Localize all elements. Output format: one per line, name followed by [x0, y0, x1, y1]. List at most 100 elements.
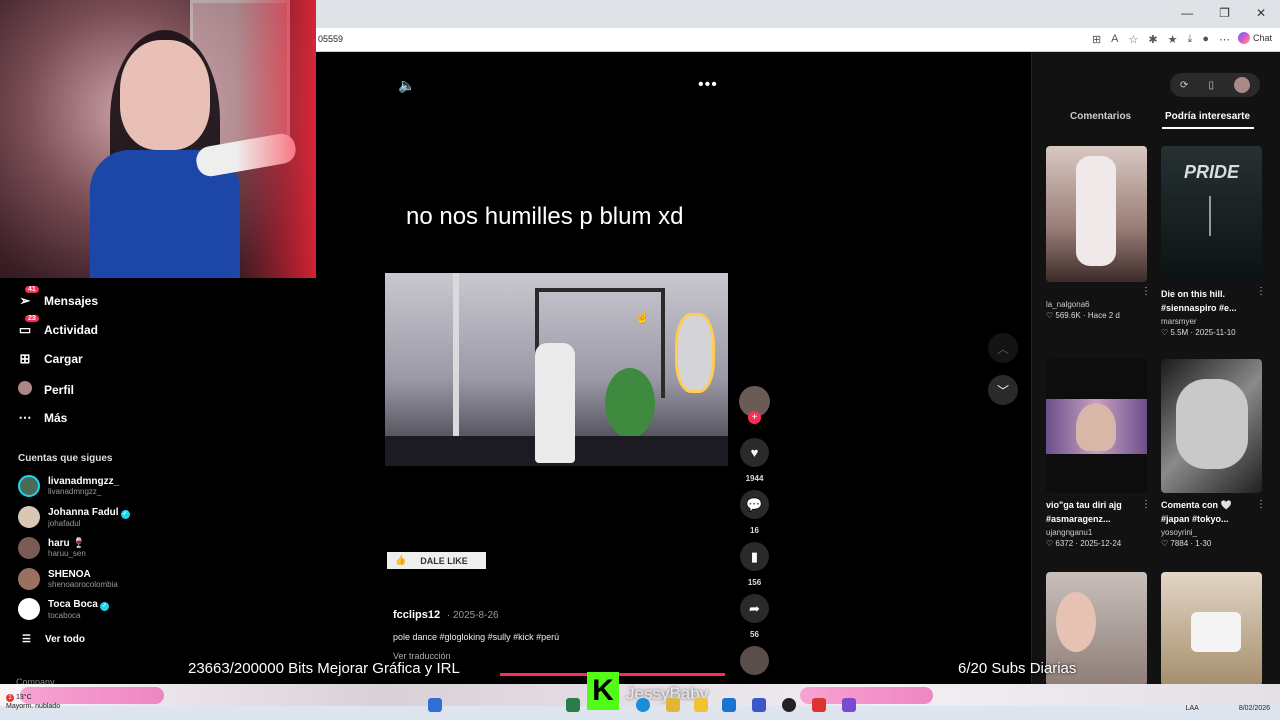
- mail-icon[interactable]: [722, 698, 736, 712]
- browser-toolbar: ⊞ A ☆ ✱ ★ ⤓ ● ⋯: [1092, 33, 1230, 46]
- video-player[interactable]: [385, 273, 728, 466]
- video-thumbnail: PRIDE: [1161, 146, 1262, 282]
- following-account[interactable]: SHENOA shenoaorocolombia: [18, 568, 118, 590]
- taskbar-app-icon[interactable]: [812, 698, 826, 712]
- sidebar-item-label: Mensajes: [44, 294, 99, 308]
- inbox-icon: ▭ 23: [18, 315, 39, 338]
- obs-icon[interactable]: [782, 698, 796, 712]
- sidebar-item-activity[interactable]: ▭ 23 Actividad: [18, 315, 99, 338]
- sidebar-item-messages[interactable]: ➢ 41 Mensajes: [18, 286, 99, 309]
- weather-widget[interactable]: 1 13°C Mayorm. nublado: [6, 693, 60, 711]
- avatar: [18, 568, 40, 590]
- save-count: 156: [747, 578, 762, 587]
- active-tab-indicator: [1162, 127, 1254, 129]
- browser-titlebar: [316, 0, 1280, 28]
- edge-icon[interactable]: [636, 698, 650, 712]
- following-account[interactable]: Toca Boca ✓ tocaboca: [18, 598, 109, 620]
- activity-badge: 23: [25, 315, 39, 322]
- tab-comments[interactable]: Comentarios: [1070, 111, 1131, 122]
- favorites-icon[interactable]: ★: [1168, 33, 1178, 46]
- following-account[interactable]: Johanna Fadul ✓ johafadul: [18, 506, 130, 528]
- recommended-video-card[interactable]: ⋮ Comenta con 🤍 #japan #tokyo... yosoyri…: [1161, 359, 1266, 548]
- sidebar-item-upload[interactable]: ⊞ Cargar: [18, 351, 83, 367]
- sidebar-item-label: Cargar: [44, 352, 83, 366]
- following-section-title: Cuentas que sigues: [18, 453, 113, 464]
- card-more-icon[interactable]: ⋮: [1256, 286, 1266, 297]
- share-count: 56: [750, 630, 759, 639]
- taskbar-app-icon[interactable]: [842, 698, 856, 712]
- reader-icon[interactable]: ⊞: [1092, 33, 1101, 46]
- like-button[interactable]: ♥: [740, 438, 769, 467]
- comment-button[interactable]: 💬: [740, 490, 769, 519]
- see-all-link[interactable]: ☰ Ver todo: [22, 634, 85, 645]
- card-more-icon[interactable]: ⋮: [1256, 499, 1266, 510]
- card-more-icon[interactable]: ⋮: [1141, 499, 1151, 510]
- send-icon: ➢ 41: [18, 286, 39, 309]
- panel-toolbar: ⟳ ▯: [1170, 73, 1260, 97]
- following-account[interactable]: haru 🍷 haruu_sen: [18, 537, 86, 559]
- avatar: [18, 537, 40, 559]
- recommended-video-card[interactable]: ⋮ vio"ga tau diri ajg #asmaragenz... uja…: [1046, 359, 1151, 548]
- volume-icon[interactable]: 🔈: [398, 77, 415, 94]
- maximize-button[interactable]: ❐: [1219, 6, 1230, 20]
- verified-icon: ✓: [99, 601, 109, 611]
- rotate-icon[interactable]: ⟳: [1180, 80, 1188, 91]
- recommended-video-card[interactable]: [1161, 572, 1262, 686]
- minimize-button[interactable]: —: [1181, 6, 1193, 20]
- star-icon[interactable]: ☆: [1129, 33, 1139, 46]
- menu-icon[interactable]: ⋯: [1219, 33, 1230, 46]
- avatar: [18, 506, 40, 528]
- profile-avatar-icon: [18, 381, 32, 398]
- webcam-overlay: [0, 0, 316, 278]
- bookmark-icon: ▮: [750, 548, 759, 564]
- sidebar-item-profile[interactable]: Perfil: [18, 381, 74, 398]
- profile-icon[interactable]: ●: [1202, 33, 1209, 46]
- windows-start-icon[interactable]: [428, 698, 442, 712]
- like-overlay-button[interactable]: 👍 DALE LIKE: [387, 552, 486, 569]
- more-options-icon[interactable]: •••: [698, 76, 718, 94]
- tab-recommended[interactable]: Podría interesarte: [1165, 111, 1250, 122]
- close-button[interactable]: ✕: [1256, 6, 1266, 20]
- video-author[interactable]: fcclips12 · 2025-8-26: [393, 609, 499, 621]
- chrome-icon[interactable]: [666, 698, 680, 712]
- chat-button[interactable]: Chat: [1237, 32, 1272, 44]
- clock-date[interactable]: 8/02/2026: [1239, 705, 1270, 712]
- messages-badge: 41: [25, 286, 39, 293]
- user-avatar[interactable]: [1233, 77, 1250, 93]
- store-icon[interactable]: [752, 698, 766, 712]
- recommended-video-card[interactable]: PRIDE ⋮ Die on this hill. #siennaspiro #…: [1161, 146, 1266, 337]
- taskbar-app-icon[interactable]: [566, 698, 580, 712]
- like-count: 1944: [745, 474, 764, 483]
- language-indicator[interactable]: LAA: [1186, 705, 1199, 712]
- downloads-icon[interactable]: ⤓: [1187, 33, 1192, 46]
- chat-label: Chat: [1252, 33, 1272, 43]
- following-account[interactable]: livanadmngzz_ livanadmngzz_: [18, 475, 119, 497]
- upload-icon: ⊞: [19, 351, 31, 366]
- avatar: [18, 475, 40, 497]
- sidebar-item-label: Actividad: [44, 323, 99, 337]
- extensions-icon[interactable]: ✱: [1148, 33, 1157, 46]
- comment-icon: 💬: [746, 496, 763, 512]
- share-icon: ➦: [749, 600, 760, 616]
- verified-icon: ✓: [120, 509, 130, 519]
- music-disc-avatar[interactable]: [740, 646, 769, 675]
- window-controls: — ❐ ✕: [1181, 6, 1266, 20]
- save-button[interactable]: ▮: [740, 542, 769, 571]
- chevron-down-icon: ﹀: [996, 383, 1009, 398]
- next-video-button[interactable]: ﹀: [988, 375, 1018, 405]
- folder-icon[interactable]: [694, 698, 708, 712]
- url-text[interactable]: 05559: [318, 34, 343, 44]
- previous-video-button[interactable]: ︿: [988, 333, 1018, 363]
- video-thumbnail: [1046, 146, 1147, 282]
- copilot-icon: [1237, 32, 1250, 44]
- recommended-video-card[interactable]: ⋮ la_nalgona6 ♡ 569.6K · Hace 2 d: [1046, 146, 1151, 320]
- thumbs-up-icon: 👍: [395, 555, 407, 565]
- phone-icon[interactable]: ▯: [1208, 80, 1214, 91]
- translate-icon[interactable]: A: [1111, 33, 1118, 46]
- share-button[interactable]: ➦: [740, 594, 769, 623]
- mouse-cursor-icon: ☝: [635, 310, 650, 324]
- card-more-icon[interactable]: ⋮: [1141, 286, 1151, 297]
- sidebar-item-more[interactable]: ⋯ Más: [18, 410, 68, 426]
- follow-plus-icon[interactable]: +: [748, 411, 761, 424]
- more-icon: ⋯: [18, 410, 32, 425]
